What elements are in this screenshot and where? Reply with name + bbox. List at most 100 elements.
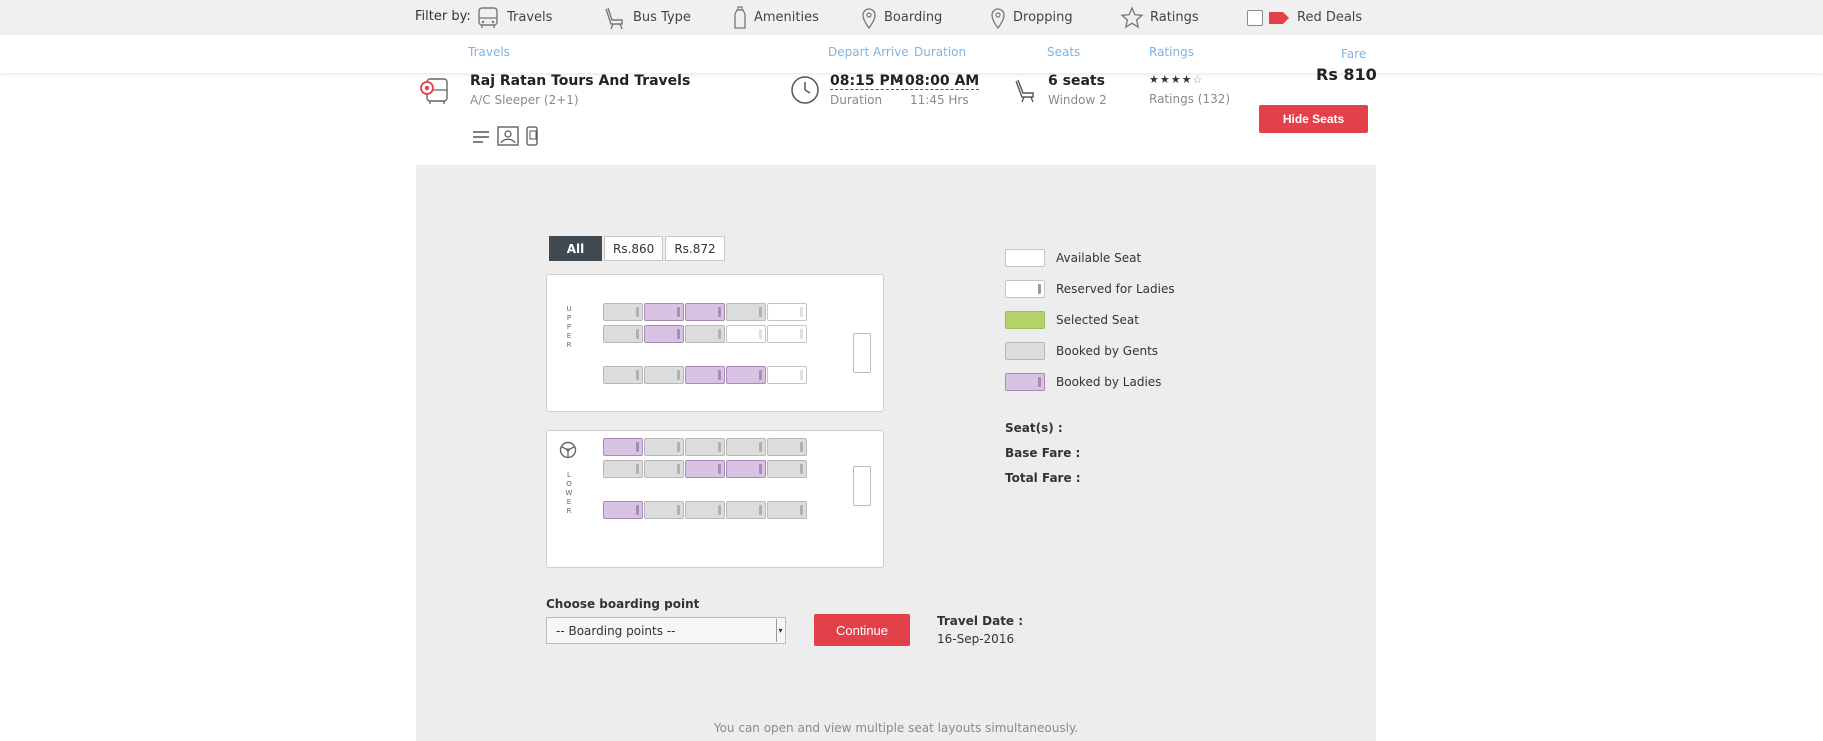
bus-icon (478, 6, 498, 28)
seat-gents (685, 325, 725, 343)
hide-seats-button[interactable]: Hide Seats (1259, 105, 1368, 133)
seat-ladies (685, 460, 725, 478)
location-pin-icon (991, 7, 1005, 29)
window-seats: Window 2 (1048, 93, 1107, 107)
lower-end-berth (853, 466, 871, 506)
col-travels[interactable]: Travels (468, 45, 510, 59)
bus-row: Raj Ratan Tours And Travels A/C Sleeper … (416, 65, 1377, 165)
col-seats[interactable]: Seats (1047, 45, 1080, 59)
seat-gents (603, 366, 643, 384)
price-tab-860[interactable]: Rs.860 (604, 236, 664, 261)
star-filled-icon: ★ (1181, 73, 1193, 86)
seat-gents (644, 438, 684, 456)
red-deals-label: Red Deals (1297, 10, 1363, 25)
legend-reserved-ladies: Reserved for Ladies (1005, 280, 1225, 300)
seats-available: 6 seats (1048, 73, 1105, 89)
base-fare-label: Base Fare : (1005, 446, 1081, 460)
seat-available[interactable] (767, 303, 807, 321)
col-fare[interactable]: Fare (1341, 47, 1366, 61)
col-depart[interactable]: Depart (828, 45, 869, 59)
seat-gents (644, 501, 684, 519)
seat-gents (767, 460, 807, 478)
star-filled-icon: ★ (1170, 73, 1182, 86)
multi-layout-note: You can open and view multiple seat layo… (713, 721, 1079, 735)
col-duration[interactable]: Duration (914, 45, 966, 59)
red-deals-checkbox[interactable] (1247, 9, 1263, 26)
selected-seats-label: Seat(s) : (1005, 421, 1063, 435)
lower-deck: LOWER (546, 430, 884, 568)
filter-by-label: Filter by: (415, 9, 471, 24)
filter-travels[interactable]: Travels (475, 0, 552, 35)
seat-ladies (685, 366, 725, 384)
bus-type: A/C Sleeper (2+1) (470, 93, 579, 107)
seat-gents (726, 303, 766, 321)
selected-seat-swatch (1005, 311, 1045, 329)
lower-deck-label: LOWER (565, 471, 573, 515)
price-filter-tabs: All Rs.860 Rs.872 (549, 236, 725, 261)
travel-date-label: Travel Date : (937, 614, 1024, 628)
boarding-point-value: -- Boarding points -- (556, 624, 676, 638)
star-filled-icon: ★ (1159, 73, 1171, 86)
seat-gents (767, 501, 807, 519)
duration-value: 11:45 Hrs (910, 93, 969, 107)
reserved-ladies-swatch (1005, 280, 1045, 298)
star-filled-icon: ★ (1149, 73, 1160, 86)
seat-icon (605, 7, 623, 29)
star-empty-icon: ☆ (1192, 73, 1204, 86)
legend-available: Available Seat (1005, 249, 1225, 269)
location-pin-icon (862, 7, 876, 29)
price-tab-all[interactable]: All (549, 236, 602, 261)
seat-available[interactable] (767, 366, 807, 384)
filter-ratings-label: Ratings (1150, 10, 1199, 25)
seat-gents (685, 501, 725, 519)
seat-gents (726, 438, 766, 456)
col-arrive[interactable]: Arrive (873, 45, 909, 59)
seat-ladies (685, 303, 725, 321)
photos-icon[interactable] (497, 126, 519, 150)
upper-deck: UPPER (546, 274, 884, 412)
seat-gents (603, 460, 643, 478)
filter-ratings[interactable]: Ratings (1120, 0, 1199, 35)
col-ratings[interactable]: Ratings (1149, 45, 1194, 59)
seat-gents (644, 460, 684, 478)
continue-button[interactable]: Continue (814, 614, 910, 646)
boarding-point-select[interactable]: -- Boarding points -- ▾ (546, 617, 786, 644)
seat-gents (644, 366, 684, 384)
legend-selected: Selected Seat (1005, 311, 1225, 331)
clock-icon (791, 76, 819, 104)
arrive-time: 08:00 AM (905, 73, 980, 90)
filter-amenities[interactable]: Amenities (732, 0, 819, 35)
filter-bus-type-label: Bus Type (633, 10, 691, 25)
seat-available[interactable] (726, 325, 766, 343)
bottle-icon (734, 5, 746, 29)
duration-label: Duration (830, 93, 883, 107)
description-icon[interactable] (472, 129, 490, 149)
seat-gents (685, 438, 725, 456)
filter-travels-label: Travels (507, 10, 553, 25)
legend-reserved-ladies-label: Reserved for Ladies (1056, 282, 1175, 296)
seat-gents (767, 438, 807, 456)
seat-ladies (726, 460, 766, 478)
red-tag-icon (1269, 11, 1289, 24)
filter-bar: Filter by: Travels Bus Type Amenities Bo… (0, 0, 1823, 35)
filter-boarding[interactable]: Boarding (860, 0, 942, 35)
filter-bus-type[interactable]: Bus Type (603, 0, 691, 35)
filter-dropping[interactable]: Dropping (989, 0, 1073, 35)
seat-gents (603, 325, 643, 343)
mticket-icon[interactable] (524, 126, 540, 150)
gents-seat-swatch (1005, 342, 1045, 360)
price-tab-872[interactable]: Rs.872 (665, 236, 725, 261)
fare-amount: Rs 810 (1316, 65, 1377, 84)
seat-available[interactable] (767, 325, 807, 343)
legend-gents-label: Booked by Gents (1056, 344, 1159, 358)
legend-gents: Booked by Gents (1005, 342, 1225, 362)
seat-gents (603, 303, 643, 321)
travel-date-value: 16-Sep-2016 (937, 632, 1015, 646)
legend-ladies: Booked by Ladies (1005, 373, 1225, 393)
seat-layout-panel: All Rs.860 Rs.872 UPPER LOWER Available … (416, 165, 1376, 741)
total-fare-label: Total Fare : (1005, 471, 1081, 485)
filter-red-deals[interactable]: Red Deals (1247, 0, 1362, 35)
legend-selected-label: Selected Seat (1056, 313, 1139, 327)
ratings-count: Ratings (132) (1149, 92, 1231, 106)
filter-amenities-label: Amenities (754, 10, 819, 25)
